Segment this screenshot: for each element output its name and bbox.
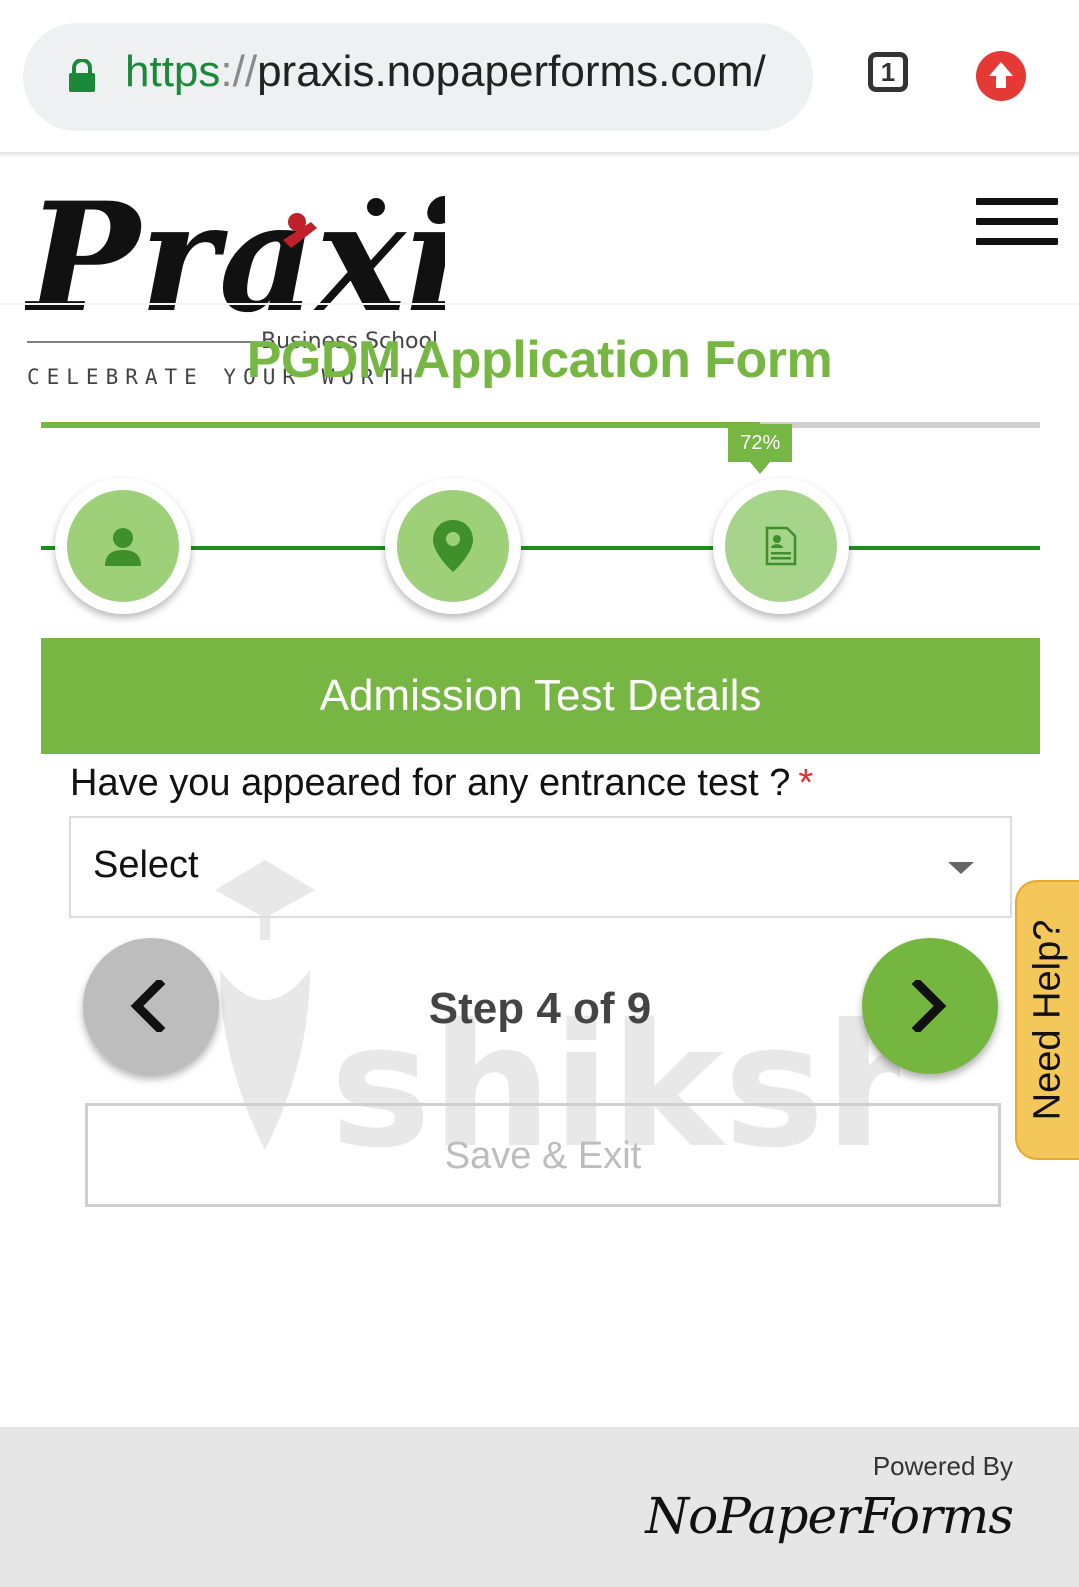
progress-percent-badge: 72% — [728, 424, 793, 474]
person-icon — [105, 528, 141, 566]
section-header: Admission Test Details — [41, 638, 1040, 754]
url-host: praxis.nopaperforms.com/ — [257, 47, 766, 96]
page-title: PGDM Application Form — [246, 331, 833, 389]
next-step-button[interactable] — [862, 938, 998, 1074]
document-icon — [765, 526, 797, 566]
previous-step-button[interactable] — [83, 938, 219, 1074]
need-help-label: Need Help? — [1026, 919, 1069, 1121]
browser-bar-shadow — [0, 152, 1079, 158]
required-mark: * — [798, 762, 814, 804]
location-pin-icon — [433, 520, 473, 572]
nopaperforms-logo[interactable]: NoPaperForms — [645, 1487, 1014, 1545]
step-indicator: Step 4 of 9 — [428, 984, 652, 1033]
progress-bar-fill — [41, 422, 761, 428]
address-bar[interactable]: https://praxis.nopaperforms.com/ — [23, 23, 813, 131]
progress-bar — [41, 422, 1040, 428]
upload-arrow-icon[interactable] — [975, 50, 1027, 102]
powered-by-label: Powered By — [872, 1451, 1013, 1481]
question-label: Have you appeared for any entrance test … — [70, 762, 791, 804]
header-divider — [0, 303, 1079, 305]
logo-wordmark: Praxis — [25, 170, 445, 346]
browser-bar: https://praxis.nopaperforms.com/ 1 — [0, 0, 1079, 152]
footer: Powered By NoPaperForms — [0, 1427, 1079, 1587]
step-personal[interactable] — [55, 478, 191, 614]
step-address[interactable] — [385, 478, 521, 614]
url-scheme: https — [125, 47, 221, 96]
url-separator: :// — [220, 47, 258, 96]
chevron-left-icon — [130, 980, 166, 1032]
tabs-count-icon[interactable]: 1 — [868, 52, 908, 92]
save-exit-button[interactable]: Save & Exit — [85, 1103, 1001, 1207]
chevron-right-icon — [911, 980, 947, 1032]
lock-icon — [69, 59, 95, 92]
chevron-down-icon — [948, 862, 974, 874]
tab-count: 1 — [880, 57, 896, 87]
need-help-tab[interactable]: Need Help? — [1015, 880, 1079, 1160]
url-text[interactable]: https://praxis.nopaperforms.com/ — [125, 47, 801, 97]
step-admission-test[interactable] — [713, 478, 849, 614]
entrance-test-question: Have you appeared for any entrance test … — [70, 762, 813, 805]
entrance-test-select[interactable]: Select — [69, 816, 1012, 918]
select-value: Select — [93, 844, 199, 886]
menu-icon[interactable] — [976, 198, 1058, 248]
